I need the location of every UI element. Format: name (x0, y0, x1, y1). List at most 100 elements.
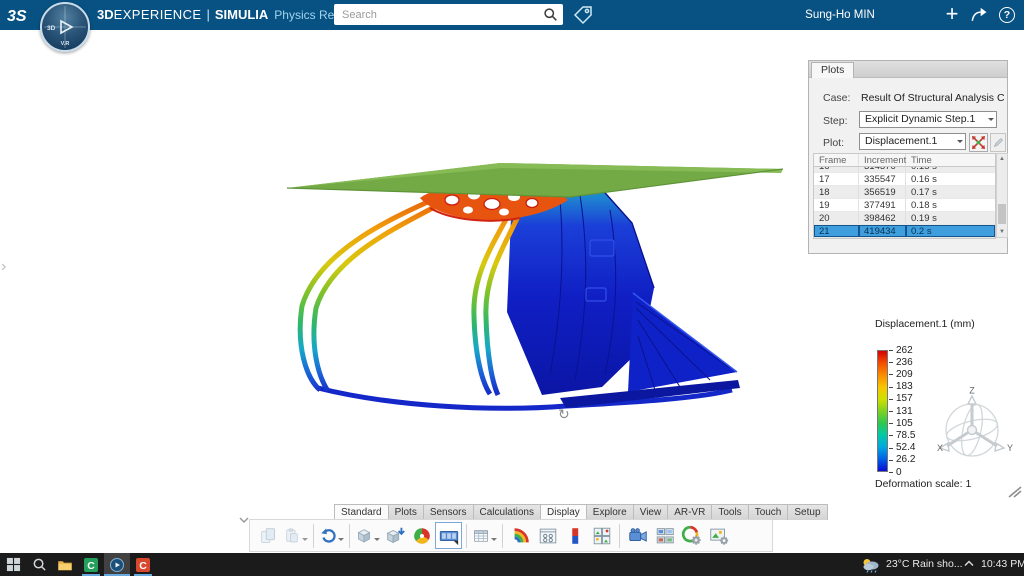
taskbar-app-3dexperience[interactable] (104, 553, 130, 576)
animation-frames-button[interactable] (435, 522, 462, 549)
legend-tick-label: 52.4 (896, 442, 916, 454)
taskbar-app-red-c[interactable]: C (130, 553, 156, 576)
render-settings-icon (681, 525, 701, 545)
color-sphere-button[interactable] (408, 522, 435, 549)
tab-display[interactable]: Display (540, 504, 587, 520)
compass-3d-label: 3D (47, 25, 56, 32)
image-grid-button[interactable] (588, 522, 615, 549)
add-content-button[interactable]: + (940, 0, 964, 30)
isometric-view-button[interactable] (354, 522, 381, 549)
render-settings-button[interactable] (678, 522, 705, 549)
axis-y-label: Y (1007, 443, 1013, 453)
table-row-frame-21[interactable]: 21 419434 0.2 s (814, 225, 995, 238)
tab-setup[interactable]: Setup (787, 504, 828, 520)
image-settings-button[interactable] (705, 522, 732, 549)
table-row-frame-18[interactable]: 18 356519 0.17 s (814, 186, 995, 199)
dropdown-caret-icon[interactable] (374, 537, 380, 544)
import-model-button[interactable] (381, 522, 408, 549)
scroll-up-icon[interactable]: ▲ (997, 154, 1007, 164)
cell-time: 0.16 s (911, 174, 937, 185)
contour-plot-button[interactable] (507, 522, 534, 549)
3ds-logo[interactable]: 3S (6, 3, 36, 27)
plot-options-button[interactable] (969, 133, 988, 152)
spectrum-button[interactable] (561, 522, 588, 549)
tab-standard[interactable]: Standard (334, 504, 389, 520)
search-input[interactable] (334, 4, 534, 25)
user-name[interactable]: Sung-Ho MIN (798, 0, 882, 30)
taskbar-file-explorer[interactable] (52, 553, 78, 576)
3d-compass[interactable]: 3D V.R (40, 2, 90, 52)
chevron-down-icon (988, 118, 994, 124)
taskbar-app-green-c[interactable]: C (78, 553, 104, 576)
dropdown-caret-icon[interactable] (491, 537, 497, 544)
axis-triad[interactable]: Z X Y (935, 386, 1020, 471)
table-row-frame-17[interactable]: 17 335547 0.16 s (814, 173, 995, 186)
tab-plots-panel[interactable]: Plots (811, 62, 855, 78)
top-bar: 3S 3DEXPERIENCE | SIMULIA Physics Results S… (0, 0, 1024, 30)
tab-ar-vr[interactable]: AR-VR (667, 504, 713, 520)
copy-button[interactable] (255, 522, 282, 549)
case-label: Case: (823, 92, 851, 104)
tab-view[interactable]: View (632, 504, 669, 520)
legend-tick-label: 183 (896, 381, 913, 393)
cell-increment: 398462 (859, 212, 906, 224)
share-icon[interactable] (969, 5, 989, 25)
multi-view-button[interactable] (651, 522, 678, 549)
tab-calculations[interactable]: Calculations (472, 504, 541, 520)
cell-increment: 335547 (859, 173, 906, 185)
tab-explore[interactable]: Explore (585, 504, 634, 520)
clock[interactable]: 10:43 PM (981, 558, 1024, 570)
help-button[interactable]: ? (999, 7, 1015, 23)
plot-select[interactable]: Displacement.1 (859, 133, 966, 150)
taskbar-apps: CC (0, 553, 156, 576)
legend-tick-label: 105 (896, 417, 913, 429)
col-frame[interactable]: Frame (814, 154, 859, 166)
undo-button[interactable] (318, 522, 345, 549)
dropdown-caret-icon[interactable] (302, 537, 308, 544)
image-grid-icon (593, 527, 610, 544)
taskbar-search[interactable] (26, 553, 52, 576)
options-dialog-icon (539, 528, 556, 543)
tab-tools[interactable]: Tools (711, 504, 749, 520)
tab-plots[interactable]: Plots (387, 504, 424, 520)
search-box[interactable] (334, 4, 563, 25)
weather-widget[interactable]: 23°C Rain sho... (886, 558, 963, 570)
list-view-button[interactable] (471, 522, 498, 549)
app-green-c-icon: C (84, 557, 98, 572)
taskbar-start[interactable] (0, 553, 26, 576)
edit-plot-button[interactable] (990, 133, 1006, 152)
weather-icon[interactable] (860, 556, 882, 573)
search-icon[interactable] (543, 7, 558, 22)
undo-icon (321, 528, 336, 543)
paste-button[interactable] (282, 522, 309, 549)
table-scrollbar[interactable]: ▲ ▼ (996, 153, 1008, 238)
scroll-down-icon[interactable]: ▼ (997, 227, 1007, 237)
table-row-frame-19[interactable]: 19 377491 0.18 s (814, 199, 995, 212)
tab-touch[interactable]: Touch (747, 504, 789, 520)
options-dialog-button[interactable] (534, 522, 561, 549)
axis-x-label: X (937, 443, 943, 453)
left-panel-expander[interactable]: › (1, 258, 6, 276)
cell-frame: 19 (814, 199, 859, 211)
dropdown-caret-icon[interactable] (338, 537, 344, 544)
cell-increment: 419434 (859, 225, 906, 237)
video-capture-button[interactable] (624, 522, 651, 549)
table-row-frame-20[interactable]: 20 398462 0.19 s (814, 212, 995, 225)
cell-frame: 16 (814, 167, 859, 172)
scrollbar-thumb[interactable] (998, 204, 1006, 224)
frame-table-body: 163143760.15 s 17335547 0.16 s 18356519 0.17… (814, 167, 995, 238)
brand-experience: EXPERIENCE (113, 7, 202, 22)
tray-expand-chevron[interactable] (964, 560, 974, 567)
search-icon (33, 558, 46, 571)
deformation-scale-label: Deformation scale: 1 (875, 478, 972, 490)
3d-model-viewport[interactable] (260, 140, 800, 430)
col-time[interactable]: Time (906, 154, 995, 166)
chevron-down-icon (957, 140, 963, 146)
col-increment[interactable]: Increment (859, 154, 906, 166)
legend-tick-label: 131 (896, 405, 913, 417)
tag-icon[interactable] (572, 4, 594, 26)
frame-table: Frame Increment Time 163143760.15 s17335… (813, 153, 996, 239)
step-select-value: Explicit Dynamic Step.1 (865, 113, 976, 125)
tab-sensors[interactable]: Sensors (422, 504, 474, 520)
step-select[interactable]: Explicit Dynamic Step.1 (859, 111, 997, 128)
